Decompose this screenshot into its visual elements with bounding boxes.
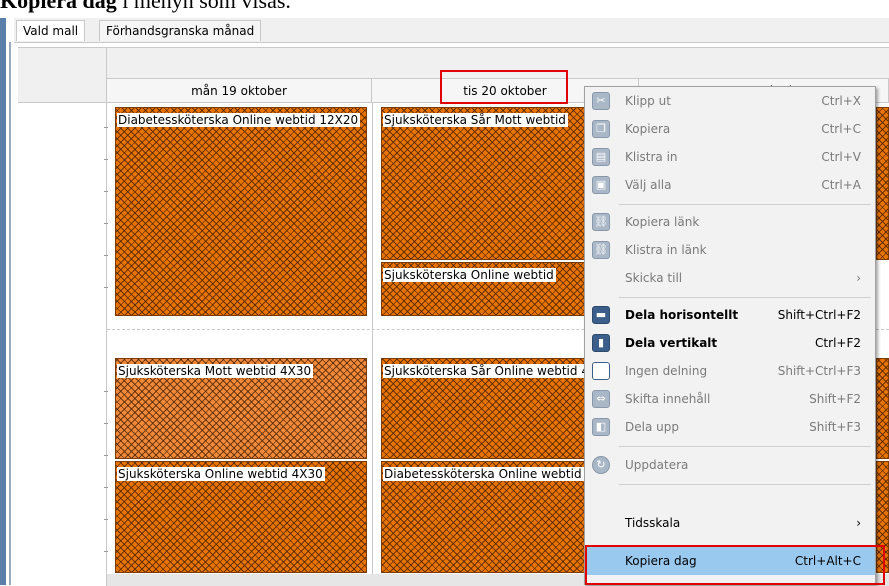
instruction-heading: Kopiera dag i menyn som visas. xyxy=(0,0,291,18)
day-header-mon[interactable]: mån 19 oktober xyxy=(107,79,372,103)
menu-item-tidsskala[interactable]: Tidsskala › xyxy=(585,509,875,537)
menu-item-shortcut: Ctrl+C xyxy=(821,122,861,136)
window-inner-border xyxy=(9,42,11,585)
time-tick xyxy=(104,191,108,192)
menu-item-shortcut: Shift+F2 xyxy=(809,392,861,406)
swap-content-icon: ⇔ xyxy=(592,390,610,408)
menu-item-skifta-innehall[interactable]: ⇔ Skifta innehåll Shift+F2 xyxy=(585,385,875,413)
time-tick xyxy=(104,223,108,224)
menu-item-shortcut: Ctrl+A xyxy=(821,178,861,192)
time-tick xyxy=(104,287,108,288)
menu-item-label: Dela upp xyxy=(625,420,679,434)
no-split-icon xyxy=(592,362,610,380)
appointment-title: Sjuksköterska Online webtid 4X30 xyxy=(117,467,325,481)
time-tick xyxy=(104,127,108,128)
menu-item-label: Skicka till xyxy=(625,271,683,285)
split-vertical-icon: ▮ xyxy=(592,334,610,352)
annotation-box-kopiera-dag xyxy=(585,545,885,585)
time-tick xyxy=(104,487,108,488)
appointment-title: Sjuksköterska Sår Online webtid 4X30 xyxy=(383,364,615,378)
menu-item-label: Ingen delning xyxy=(625,364,708,378)
split-horizontal-icon: ▬ xyxy=(592,306,610,324)
appointment-block[interactable]: Sjuksköterska Mott webtid 4X30 xyxy=(115,358,367,459)
menu-item-label: Skifta innehåll xyxy=(625,392,711,406)
time-tick xyxy=(104,519,108,520)
menu-item-shortcut: Shift+Ctrl+F3 xyxy=(777,364,861,378)
paste-link-icon: ⛓ xyxy=(592,241,610,259)
menu-item-klistra-in-lank[interactable]: ⛓ Klistra in länk xyxy=(585,236,875,264)
time-tick xyxy=(104,423,108,424)
time-tick xyxy=(104,551,108,552)
menu-item-label: Klipp ut xyxy=(625,94,671,108)
menu-item-label: Välj alla xyxy=(625,178,672,192)
menu-item-uppdatera[interactable]: ↻ Uppdatera xyxy=(585,451,875,479)
menu-item-label: Uppdatera xyxy=(625,458,689,472)
time-tick xyxy=(104,255,108,256)
appointment-block[interactable] xyxy=(876,358,889,459)
heading-rest: i menyn som visas. xyxy=(116,0,291,13)
calendar-corner xyxy=(18,48,107,103)
appointment-title: Sjuksköterska Mott webtid 4X30 xyxy=(117,364,314,378)
appointment-block[interactable]: Diabetessköterska Online webtid 12X20 xyxy=(115,107,367,316)
menu-item-label: Kopiera länk xyxy=(625,215,700,229)
scissors-icon: ✂ xyxy=(592,92,610,110)
menu-item-label: Kopiera xyxy=(625,122,671,136)
menu-separator xyxy=(619,446,871,447)
menu-item-shortcut: Ctrl+V xyxy=(821,150,861,164)
menu-item-dela-upp[interactable]: ◧ Dela upp Shift+F3 xyxy=(585,413,875,441)
copy-icon: ❐ xyxy=(592,120,610,138)
menu-item-shortcut: Ctrl+F2 xyxy=(815,336,861,350)
select-all-icon: ▣ xyxy=(592,176,610,194)
menu-item-label: Klistra in länk xyxy=(625,243,707,257)
column-divider xyxy=(372,103,373,586)
menu-item-label: Klistra in xyxy=(625,150,678,164)
heading-bold: Kopiera dag xyxy=(0,0,117,13)
window-left-border xyxy=(0,18,6,585)
menu-item-klipp-ut[interactable]: ✂ Klipp ut Ctrl+X xyxy=(585,87,875,115)
time-tick xyxy=(104,159,108,160)
menu-separator xyxy=(619,204,871,205)
context-menu: ✂ Klipp ut Ctrl+X ❐ Kopiera Ctrl+C ▤ Kli… xyxy=(584,86,876,585)
tab-forhandsgranska-manad[interactable]: Förhandsgranska månad xyxy=(99,20,262,41)
menu-item-klistra-in[interactable]: ▤ Klistra in Ctrl+V xyxy=(585,143,875,171)
menu-item-label: Dela vertikalt xyxy=(625,336,718,350)
appointment-title: Sjuksköterska Sår Mott webtid xyxy=(383,113,568,127)
menu-separator xyxy=(619,297,871,298)
copy-link-icon: ⛓ xyxy=(592,213,610,231)
menu-separator xyxy=(619,484,871,485)
menu-item-kopiera-lank[interactable]: ⛓ Kopiera länk xyxy=(585,208,875,236)
menu-item-kopiera[interactable]: ❐ Kopiera Ctrl+C xyxy=(585,115,875,143)
menu-item-shortcut: Ctrl+X xyxy=(821,94,861,108)
split-up-icon: ◧ xyxy=(592,418,610,436)
menu-item-label: Tidsskala xyxy=(625,516,681,530)
menu-item-shortcut: Shift+Ctrl+F2 xyxy=(777,308,861,322)
time-tick xyxy=(104,391,108,392)
appointment-title: Diabetessköterska Online webtid 12X20 xyxy=(117,113,361,127)
menu-item-dela-vertikalt[interactable]: ▮ Dela vertikalt Ctrl+F2 xyxy=(585,329,875,357)
appointment-block[interactable] xyxy=(876,107,889,260)
menu-item-label: Dela horisontellt xyxy=(625,308,739,322)
submenu-arrow-icon: › xyxy=(856,271,861,285)
menu-item-dela-horisontellt[interactable]: ▬ Dela horisontellt Shift+Ctrl+F2 xyxy=(585,301,875,329)
paste-icon: ▤ xyxy=(592,148,610,166)
time-tick xyxy=(104,455,108,456)
menu-item-ingen-delning[interactable]: Ingen delning Shift+Ctrl+F3 xyxy=(585,357,875,385)
menu-item-shortcut: Shift+F3 xyxy=(809,420,861,434)
annotation-box-day-header xyxy=(440,70,568,104)
menu-item-skicka-till[interactable]: Skicka till › xyxy=(585,264,875,292)
appointment-title: Sjuksköterska Online webtid xyxy=(383,268,556,282)
tab-bar: Vald mall Förhandsgranska månad xyxy=(14,18,889,43)
menu-item-valj-alla[interactable]: ▣ Välj alla Ctrl+A xyxy=(585,171,875,199)
refresh-icon: ↻ xyxy=(592,456,610,474)
submenu-arrow-icon: › xyxy=(856,516,861,530)
appointment-block[interactable]: Sjuksköterska Online webtid 4X30 xyxy=(115,461,367,573)
tab-vald-mall[interactable]: Vald mall xyxy=(16,20,86,41)
time-gutter xyxy=(18,103,107,586)
